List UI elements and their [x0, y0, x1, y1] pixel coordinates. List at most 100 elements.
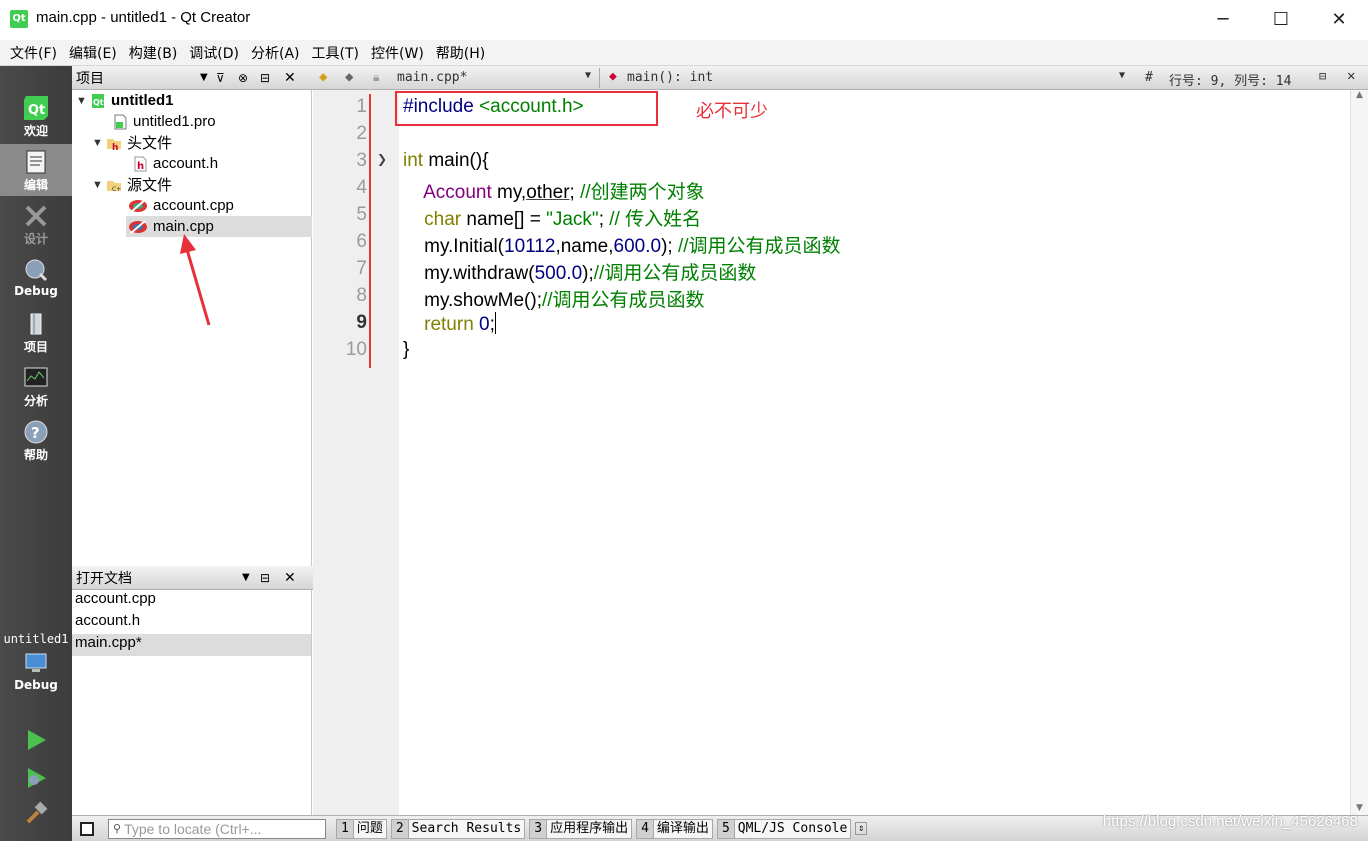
nav-back-icon[interactable]: ◆ — [319, 69, 327, 85]
mode-help[interactable]: ? 帮助 — [0, 414, 72, 466]
fold-chevron-icon[interactable]: ❯ — [377, 152, 387, 166]
code-token: ; — [598, 209, 610, 230]
mode-projects[interactable]: 项目 — [0, 306, 72, 358]
code-line[interactable]: return 0; — [403, 312, 496, 336]
vertical-scrollbar[interactable]: ▲ ▼ — [1350, 90, 1368, 815]
file-dropdown-icon[interactable]: ▼ — [585, 70, 591, 81]
code-token: my.Initial( — [403, 236, 504, 257]
view-dropdown-icon[interactable]: ▼ — [200, 72, 216, 83]
function-symbol-icon: ◆ — [609, 69, 617, 84]
code-line[interactable]: my.showMe();//调用公有成员函数 — [403, 285, 705, 312]
close-editor-icon[interactable]: ✕ — [1347, 68, 1355, 84]
cpp-file-icon — [128, 219, 147, 235]
svg-text:Qt: Qt — [93, 98, 104, 107]
code-token: 600.0 — [613, 236, 662, 257]
mode-welcome[interactable]: Qt 欢迎 — [0, 90, 72, 142]
open-doc-account-h[interactable]: account.h — [72, 612, 311, 634]
pane-issues-button[interactable]: 1 问题 — [336, 818, 387, 839]
edit-document-icon — [26, 150, 46, 174]
code-editor[interactable]: 1 2 3 4 5 6 7 8 9 10 ❯ #include <account… — [313, 90, 1350, 815]
code-token: char — [424, 209, 462, 230]
close-button[interactable]: ✕ — [1310, 0, 1368, 38]
expand-arrow-icon[interactable]: ▼ — [76, 95, 90, 107]
symbol-dropdown-icon[interactable]: ▼ — [1119, 70, 1125, 81]
kit-project-name: untitled1 — [3, 632, 69, 646]
view-dropdown-icon[interactable]: ▼ — [242, 572, 260, 583]
debug-play-icon — [28, 768, 46, 788]
tree-item-account-cpp[interactable]: account.cpp — [128, 195, 234, 216]
scroll-up-icon[interactable]: ▲ — [1351, 90, 1368, 100]
code-line[interactable]: my.withdraw(500.0);//调用公有成员函数 — [403, 258, 756, 285]
tree-item-account-h[interactable]: h account.h — [132, 153, 218, 174]
menu-bar: 文件(F) 编辑(E) 构建(B) 调试(D) 分析(A) 工具(T) 控件(W… — [0, 40, 1368, 66]
minimize-button[interactable]: ─ — [1194, 0, 1252, 38]
expand-arrow-icon[interactable]: ▼ — [92, 179, 106, 191]
run-button[interactable] — [0, 722, 72, 752]
code-line[interactable]: Account my,other; //创建两个对象 — [403, 177, 705, 204]
open-doc-main-cpp[interactable]: main.cpp* — [72, 634, 311, 656]
maximize-button[interactable]: ☐ — [1252, 0, 1310, 38]
annotation-highlight-box — [395, 91, 658, 126]
line-number: 1 — [356, 96, 367, 117]
menu-edit[interactable]: 编辑(E) — [63, 43, 123, 63]
pane-qml-console-button[interactable]: 5 QML/JS Console — [716, 818, 852, 839]
cpp-file-icon — [128, 198, 147, 214]
code-token: my.withdraw( — [403, 263, 535, 284]
pane-search-results-button[interactable]: 2 Search Results — [390, 818, 526, 839]
nav-forward-icon[interactable]: ◆ — [345, 69, 353, 85]
tree-item-pro-file[interactable]: untitled1.pro — [112, 111, 216, 132]
current-symbol-label[interactable]: main(): int — [627, 70, 713, 85]
filter-icon[interactable]: ⊽ — [216, 71, 238, 85]
menu-build[interactable]: 构建(B) — [123, 43, 184, 63]
build-hammer-icon — [26, 801, 48, 824]
code-line[interactable]: my.Initial(10112,name,600.0); //调用公有成员函数 — [403, 231, 840, 258]
build-button[interactable] — [0, 796, 72, 826]
open-doc-account-cpp[interactable]: account.cpp — [72, 590, 311, 612]
menu-help[interactable]: 帮助(H) — [430, 43, 491, 63]
pro-file-icon — [112, 114, 128, 130]
toggle-sidebar-icon[interactable] — [80, 821, 94, 836]
locator-input[interactable]: ⚲ Type to locate (Ctrl+... — [108, 818, 326, 839]
computer-monitor-icon — [25, 653, 47, 672]
mode-debug[interactable]: Debug — [0, 252, 72, 304]
mode-analyze[interactable]: 分析 — [0, 360, 72, 412]
hash-label: # — [1145, 70, 1153, 85]
split-icon[interactable]: ⊟ — [260, 571, 284, 585]
current-file-label[interactable]: main.cpp* — [397, 70, 467, 85]
code-line[interactable]: } — [403, 339, 409, 361]
design-pencil-icon — [25, 205, 47, 227]
menu-debug[interactable]: 调试(D) — [183, 43, 245, 63]
pane-app-output-button[interactable]: 3 应用程序输出 — [529, 818, 633, 839]
project-wrench-icon — [30, 313, 42, 335]
run-play-icon — [28, 730, 46, 750]
code-token: // 传入姓名 — [609, 209, 702, 230]
tree-item-sources[interactable]: ▼ C+ 源文件 — [92, 174, 172, 195]
mode-edit[interactable]: 编辑 — [0, 144, 72, 196]
pane-compile-output-button[interactable]: 4 编译输出 — [636, 818, 713, 839]
code-token: return — [424, 314, 474, 335]
cursor-position[interactable]: 行号: 9, 列号: 14 — [1169, 70, 1291, 89]
menu-file[interactable]: 文件(F) — [4, 43, 63, 63]
kit-selector[interactable]: untitled1 Debug — [0, 630, 72, 710]
split-icon[interactable]: ⊟ — [1319, 69, 1326, 83]
window-title: main.cpp - untitled1 - Qt Creator — [36, 9, 251, 26]
tree-item-headers[interactable]: ▼ h 头文件 — [92, 132, 172, 153]
code-line[interactable]: char name[] = "Jack"; // 传入姓名 — [403, 204, 701, 231]
split-icon[interactable]: ⊟ — [260, 71, 284, 85]
tree-item-project[interactable]: ▼ Qt untitled1 — [76, 90, 312, 111]
mode-design[interactable]: 设计 — [0, 198, 72, 250]
sync-link-icon[interactable]: ⊗ — [238, 71, 260, 85]
svg-text:C+: C+ — [112, 186, 121, 193]
more-panes-icon[interactable]: ⇕ — [855, 822, 868, 835]
debug-run-button[interactable] — [0, 760, 72, 790]
menu-tools[interactable]: 工具(T) — [306, 43, 365, 63]
code-token: main(){ — [423, 150, 489, 171]
close-panel-icon[interactable]: ✕ — [284, 570, 304, 586]
code-token: //调用公有成员函数 — [542, 290, 705, 311]
code-line[interactable]: int main(){ — [403, 150, 489, 172]
close-panel-icon[interactable]: ✕ — [284, 70, 304, 86]
menu-widgets[interactable]: 控件(W) — [365, 43, 430, 63]
expand-arrow-icon[interactable]: ▼ — [92, 137, 106, 149]
scroll-down-icon[interactable]: ▼ — [1351, 803, 1368, 813]
menu-analyze[interactable]: 分析(A) — [245, 43, 306, 63]
